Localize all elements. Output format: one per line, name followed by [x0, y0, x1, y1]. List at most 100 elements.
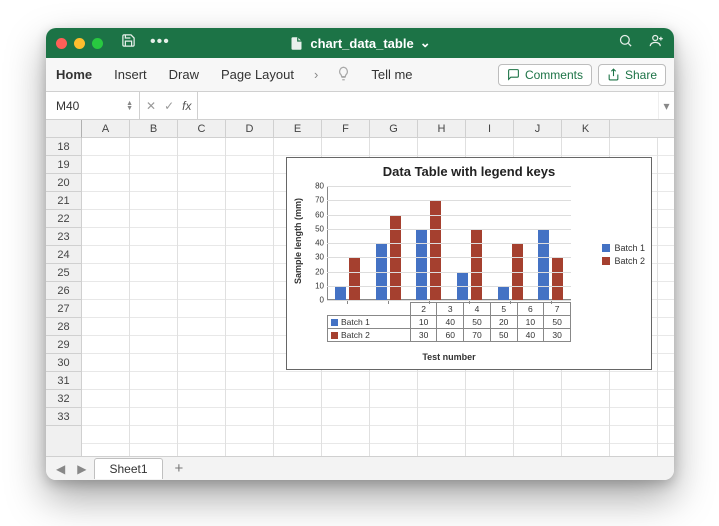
column-header[interactable]: A — [82, 120, 130, 137]
share-person-icon[interactable] — [649, 33, 664, 53]
row-header[interactable]: 32 — [46, 390, 81, 408]
y-tick-label: 80 — [309, 182, 327, 191]
table-cell: 10 — [410, 316, 437, 329]
cell-reference: M40 — [56, 99, 79, 113]
row-header[interactable]: 27 — [46, 300, 81, 318]
tab-home[interactable]: Home — [54, 63, 94, 86]
expand-formula-bar-icon[interactable]: ▾ — [658, 92, 674, 119]
formula-bar: M40 ▲▼ ✕ ✓ fx ▾ — [46, 92, 674, 120]
formula-input[interactable] — [198, 92, 658, 119]
tab-nav-prev-icon[interactable]: ◀ — [52, 462, 69, 476]
table-cell: 40 — [517, 329, 544, 342]
share-label: Share — [625, 68, 657, 82]
column-header[interactable]: K — [562, 120, 610, 137]
table-series-label: Batch 2 — [328, 329, 411, 342]
legend-item: Batch 1 — [602, 243, 645, 253]
row-header[interactable]: 31 — [46, 372, 81, 390]
add-sheet-button[interactable]: + — [167, 460, 192, 477]
column-header[interactable]: E — [274, 120, 322, 137]
search-icon[interactable] — [618, 33, 633, 53]
bar — [416, 229, 427, 300]
cancel-formula-icon[interactable]: ✕ — [146, 99, 156, 113]
share-button[interactable]: Share — [598, 64, 666, 86]
app-window: ••• chart_data_table ⌄ Home Insert Draw … — [46, 28, 674, 480]
column-header[interactable]: G — [370, 120, 418, 137]
table-cell: 20 — [490, 316, 517, 329]
comments-button[interactable]: Comments — [498, 64, 592, 86]
x-axis-label: Test number — [327, 352, 571, 362]
table-cell: 30 — [544, 329, 571, 342]
row-header[interactable]: 21 — [46, 192, 81, 210]
tell-me[interactable]: Tell me — [369, 63, 414, 86]
column-header[interactable]: C — [178, 120, 226, 137]
column-header[interactable]: J — [514, 120, 562, 137]
legend-key-icon — [602, 257, 610, 265]
row-header[interactable]: 20 — [46, 174, 81, 192]
tab-nav-next-icon[interactable]: ▶ — [73, 462, 90, 476]
row-header[interactable]: 25 — [46, 264, 81, 282]
table-category-header: 3 — [437, 303, 464, 316]
column-headers: ABCDEFGHIJK — [82, 120, 674, 138]
tab-page-layout[interactable]: Page Layout — [219, 63, 296, 86]
bar — [498, 286, 509, 300]
table-cell: 40 — [437, 316, 464, 329]
window-controls — [56, 38, 103, 49]
chart-data-table: 234567Batch 1104050201050Batch 230607050… — [327, 302, 571, 342]
y-tick-label: 0 — [309, 296, 327, 305]
more-icon[interactable]: ••• — [150, 33, 170, 53]
file-icon — [289, 36, 304, 51]
y-axis-label: Sample length (mm) — [293, 182, 303, 299]
row-header[interactable]: 30 — [46, 354, 81, 372]
row-header[interactable]: 33 — [46, 408, 81, 426]
tab-insert[interactable]: Insert — [112, 63, 149, 86]
select-all-corner[interactable] — [46, 120, 82, 138]
chart-title: Data Table with legend keys — [287, 164, 651, 179]
ribbon: Home Insert Draw Page Layout › Tell me C… — [46, 58, 674, 92]
table-cell: 60 — [437, 329, 464, 342]
overflow-chevron-icon[interactable]: › — [314, 67, 318, 82]
row-header[interactable]: 26 — [46, 282, 81, 300]
plot-area: 01020304050607080 — [327, 186, 571, 300]
table-category-header: 5 — [490, 303, 517, 316]
table-cell: 10 — [517, 316, 544, 329]
legend-item: Batch 2 — [602, 256, 645, 266]
y-tick-label: 30 — [309, 253, 327, 262]
row-header[interactable]: 23 — [46, 228, 81, 246]
cell-grid[interactable]: Data Table with legend keys Sample lengt… — [82, 138, 674, 456]
row-header[interactable]: 29 — [46, 336, 81, 354]
column-header[interactable]: B — [130, 120, 178, 137]
column-header[interactable]: D — [226, 120, 274, 137]
row-header[interactable]: 22 — [46, 210, 81, 228]
quick-access: ••• — [121, 33, 170, 53]
namebox-spinner[interactable]: ▲▼ — [126, 101, 133, 111]
y-tick-label: 70 — [309, 196, 327, 205]
accept-formula-icon[interactable]: ✓ — [164, 99, 174, 113]
sheet-tab-bar: ◀ ▶ Sheet1 + — [46, 456, 674, 480]
row-header[interactable]: 19 — [46, 156, 81, 174]
table-cell: 70 — [464, 329, 491, 342]
sheet-tab-active[interactable]: Sheet1 — [94, 458, 162, 479]
table-cell: 50 — [490, 329, 517, 342]
table-cell: 50 — [464, 316, 491, 329]
table-category-header: 7 — [544, 303, 571, 316]
tab-draw[interactable]: Draw — [167, 63, 201, 86]
column-header[interactable]: F — [322, 120, 370, 137]
y-tick-label: 10 — [309, 281, 327, 290]
embedded-chart[interactable]: Data Table with legend keys Sample lengt… — [286, 157, 652, 370]
column-header[interactable]: H — [418, 120, 466, 137]
table-series-label: Batch 1 — [328, 316, 411, 329]
minimize-window-button[interactable] — [74, 38, 85, 49]
fx-icon[interactable]: fx — [182, 99, 191, 113]
save-icon[interactable] — [121, 33, 136, 53]
row-header[interactable]: 24 — [46, 246, 81, 264]
lightbulb-icon — [336, 66, 351, 84]
row-header[interactable]: 28 — [46, 318, 81, 336]
bar — [349, 257, 360, 300]
name-box[interactable]: M40 ▲▼ — [46, 92, 140, 119]
zoom-window-button[interactable] — [92, 38, 103, 49]
column-header[interactable]: I — [466, 120, 514, 137]
close-window-button[interactable] — [56, 38, 67, 49]
chevron-down-icon[interactable]: ⌄ — [420, 35, 431, 51]
row-header[interactable]: 18 — [46, 138, 81, 156]
bar — [552, 257, 563, 300]
